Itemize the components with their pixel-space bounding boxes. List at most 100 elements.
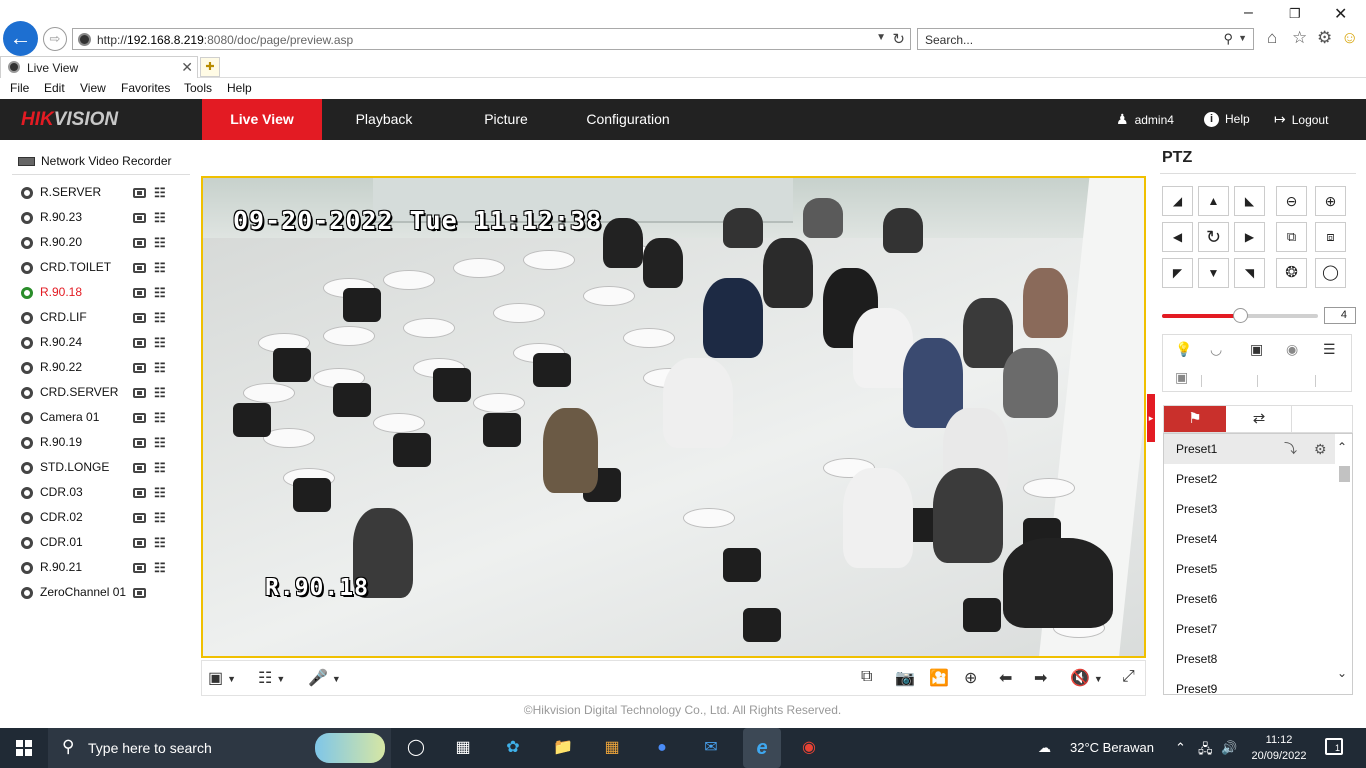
- ptz-down-left-button[interactable]: ◤: [1162, 258, 1193, 288]
- ptz-right-button[interactable]: ▶: [1234, 222, 1265, 252]
- tree-root-nvr[interactable]: Network Video Recorder: [18, 154, 172, 168]
- play-preview-icon[interactable]: [133, 588, 146, 598]
- windows-start-icon[interactable]: [16, 740, 32, 756]
- notification-center-icon[interactable]: 1: [1325, 738, 1343, 755]
- stream-select-icon[interactable]: ☷: [154, 385, 166, 401]
- camera-item[interactable]: R.90.23 ☷: [20, 207, 180, 232]
- play-preview-icon[interactable]: [133, 238, 146, 248]
- stream-select-icon[interactable]: ☷: [154, 210, 166, 226]
- stream-select-icon[interactable]: ☷: [154, 560, 166, 576]
- camera-item[interactable]: CDR.02 ☷: [20, 507, 180, 532]
- search-dropdown-icon[interactable]: ▼: [1238, 33, 1247, 43]
- stream-select-icon[interactable]: ☷: [154, 310, 166, 326]
- play-preview-icon[interactable]: [133, 463, 146, 473]
- stream-select-icon[interactable]: ☷: [154, 460, 166, 476]
- digital-zoom-button[interactable]: ⊕: [964, 668, 977, 688]
- file-explorer-icon[interactable]: 📁: [551, 736, 575, 760]
- set-preset-gear-icon[interactable]: ⚙: [1314, 434, 1327, 464]
- ptz-left-button[interactable]: ◀: [1162, 222, 1193, 252]
- tab-live-view[interactable]: Live View ✕: [0, 56, 198, 78]
- camera-item[interactable]: ZeroChannel 01: [20, 582, 180, 607]
- preset-scrollbar[interactable]: ⌃ ⌄: [1335, 434, 1352, 694]
- play-preview-icon[interactable]: [133, 188, 146, 198]
- tab-patrol-icon[interactable]: ⇄: [1228, 406, 1290, 432]
- tab-close-icon[interactable]: ✕: [181, 59, 193, 76]
- address-bar[interactable]: http://192.168.8.219:8080/doc/page/previ…: [72, 28, 911, 50]
- camera-item[interactable]: STD.LONGE ☷: [20, 457, 180, 482]
- more-menu-icon[interactable]: ☰: [1323, 341, 1336, 358]
- preset-item[interactable]: Preset4: [1164, 524, 1336, 554]
- play-preview-icon[interactable]: [133, 488, 146, 498]
- ptz-speed-slider[interactable]: [1162, 308, 1318, 323]
- previous-page-button[interactable]: ⬅: [999, 668, 1012, 688]
- iris-close-icon[interactable]: ◯: [1315, 258, 1346, 288]
- volume-muted-button[interactable]: 🔇 ▼: [1070, 668, 1103, 688]
- live-video-window[interactable]: 09-20-2022 Tue 11:12:38 R.90.18: [201, 176, 1146, 658]
- stream-select-icon[interactable]: ☷: [154, 285, 166, 301]
- camera-item[interactable]: R.90.19 ☷: [20, 432, 180, 457]
- camera-item[interactable]: R.90.24 ☷: [20, 332, 180, 357]
- taskbar-search[interactable]: ⚲ Type here to search: [48, 728, 391, 768]
- zoom-app-icon[interactable]: ●: [650, 736, 674, 760]
- nav-live-view[interactable]: Live View: [202, 99, 322, 140]
- light-icon[interactable]: 💡: [1175, 341, 1192, 358]
- restore-icon[interactable]: ❐: [1289, 6, 1301, 22]
- menu-favorites[interactable]: Favorites: [121, 81, 170, 95]
- zoom-out-icon[interactable]: ⊖: [1276, 186, 1307, 216]
- play-preview-icon[interactable]: [133, 513, 146, 523]
- network-icon[interactable]: 🖧: [1198, 740, 1213, 762]
- menu-file[interactable]: File: [10, 81, 29, 95]
- refresh-icon[interactable]: ↻: [892, 30, 905, 48]
- stream-select-icon[interactable]: ☷: [154, 360, 166, 376]
- menu-tools[interactable]: Tools: [184, 81, 212, 95]
- volume-icon[interactable]: 🔊: [1221, 740, 1237, 756]
- stream-select-icon[interactable]: ☷: [154, 260, 166, 276]
- stream-select-icon[interactable]: ☷: [154, 435, 166, 451]
- play-preview-icon[interactable]: [133, 263, 146, 273]
- record-clip-button[interactable]: 🎦: [929, 668, 949, 688]
- preset-item[interactable]: Preset8: [1164, 644, 1336, 674]
- camera-item[interactable]: R.90.22 ☷: [20, 357, 180, 382]
- preset-item[interactable]: Preset6: [1164, 584, 1336, 614]
- help-button[interactable]: i Help: [1204, 99, 1250, 140]
- call-preset-icon[interactable]: ⤵: [1284, 434, 1297, 464]
- play-preview-icon[interactable]: [133, 288, 146, 298]
- 3d-positioning-icon[interactable]: ▣: [1250, 341, 1263, 358]
- preset-item[interactable]: Preset5: [1164, 554, 1336, 584]
- one-touch-focus-icon[interactable]: ◉: [1286, 341, 1298, 358]
- play-preview-icon[interactable]: [133, 388, 146, 398]
- edge-icon[interactable]: ✿: [501, 736, 525, 760]
- camera-item[interactable]: R.SERVER ☷: [20, 182, 180, 207]
- settings-gear-icon[interactable]: ⚙: [1317, 28, 1332, 48]
- window-layout-button[interactable]: ▣ ▼: [208, 668, 236, 688]
- play-preview-icon[interactable]: [133, 413, 146, 423]
- tab-pattern[interactable]: [1291, 406, 1353, 432]
- play-preview-icon[interactable]: [133, 338, 146, 348]
- preset-item[interactable]: Preset7: [1164, 614, 1336, 644]
- mail-icon[interactable]: ✉: [699, 736, 723, 760]
- camera-item[interactable]: Camera 01 ☷: [20, 407, 180, 432]
- nav-configuration[interactable]: Configuration: [568, 99, 688, 140]
- play-preview-icon[interactable]: [133, 313, 146, 323]
- task-view-icon[interactable]: ▦: [451, 736, 475, 760]
- weather-text[interactable]: 32°C Berawan: [1070, 740, 1154, 755]
- preset-item[interactable]: Preset9: [1164, 674, 1336, 694]
- iris-open-icon[interactable]: ❂: [1276, 258, 1307, 288]
- camera-item[interactable]: R.90.18 ☷: [20, 282, 180, 307]
- scroll-thumb[interactable]: [1339, 466, 1350, 482]
- zoom-in-icon[interactable]: ⊕: [1315, 186, 1346, 216]
- close-window-icon[interactable]: ✕: [1334, 4, 1347, 24]
- address-dropdown-icon[interactable]: ▼: [876, 32, 886, 43]
- ptz-up-left-button[interactable]: ◢: [1162, 186, 1193, 216]
- menu-edit[interactable]: Edit: [44, 81, 65, 95]
- stream-select-icon[interactable]: ☷: [154, 485, 166, 501]
- favorites-star-icon[interactable]: ☆: [1292, 28, 1307, 48]
- preset-item[interactable]: Preset2: [1164, 464, 1336, 494]
- camera-item[interactable]: CRD.TOILET ☷: [20, 257, 180, 282]
- chrome-icon[interactable]: ◉: [797, 736, 821, 760]
- stop-all-preview-button[interactable]: ⧉: [861, 668, 872, 686]
- stream-select-icon[interactable]: ☷: [154, 235, 166, 251]
- forward-button[interactable]: ⇨: [43, 27, 67, 51]
- nav-playback[interactable]: Playback: [325, 99, 443, 140]
- stream-select-icon[interactable]: ☷: [154, 185, 166, 201]
